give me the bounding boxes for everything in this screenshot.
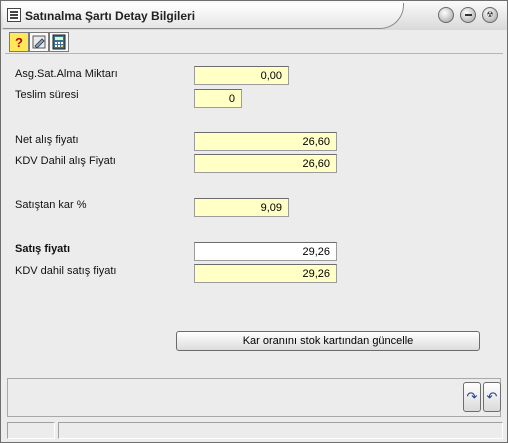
profit-pct-field[interactable]: 9,09 <box>194 198 289 217</box>
sale-price-field[interactable]: 29,26 <box>194 242 337 261</box>
calculator-icon[interactable] <box>49 32 69 52</box>
update-margin-button[interactable]: Kar oranını stok kartından güncelle <box>176 331 480 351</box>
document-app-icon <box>7 8 21 22</box>
undo-icon[interactable]: ↶ <box>483 382 501 412</box>
profit-pct-label: Satıştan kar % <box>15 199 87 211</box>
net-price-field[interactable]: 26,60 <box>194 132 337 151</box>
bottom-panel <box>7 378 501 417</box>
help-icon[interactable]: ? <box>9 32 29 52</box>
redo-icon[interactable]: ↷ <box>463 382 481 412</box>
sale-price-label: Satış fiyatı <box>15 243 71 255</box>
edit-pencil-icon[interactable] <box>29 32 49 52</box>
min-purchase-qty-label: Asg.Sat.Alma Miktarı <box>15 68 118 80</box>
vat-incl-sale-price-field[interactable]: 29,26 <box>194 264 337 283</box>
window-title: Satınalma Şartı Detay Bilgileri <box>25 9 196 23</box>
circle-icon[interactable] <box>438 7 454 23</box>
delivery-time-field[interactable]: 0 <box>194 89 242 108</box>
vat-incl-sale-price-label: KDV dahil satış fiyatı <box>15 265 117 277</box>
vat-incl-price-field[interactable]: 26,60 <box>194 154 337 173</box>
net-price-label: Net alış fiyatı <box>15 134 79 146</box>
minimize-icon[interactable] <box>460 7 476 23</box>
toolbar: ? <box>5 31 503 54</box>
status-cell-2 <box>58 422 503 439</box>
status-cell-1 <box>7 422 55 439</box>
min-purchase-qty-field[interactable]: 0,00 <box>194 66 289 85</box>
help-label: ? <box>15 34 23 50</box>
radiation-icon[interactable]: ☢ <box>482 7 498 23</box>
dialog-window: Satınalma Şartı Detay Bilgileri ☢ ? Asg.… <box>0 0 508 443</box>
status-bar <box>1 420 507 442</box>
vat-incl-price-label: KDV Dahil alış Fiyatı <box>15 155 116 167</box>
delivery-time-label: Teslim süresi <box>15 89 79 101</box>
title-bar[interactable]: Satınalma Şartı Detay Bilgileri ☢ <box>1 1 507 30</box>
